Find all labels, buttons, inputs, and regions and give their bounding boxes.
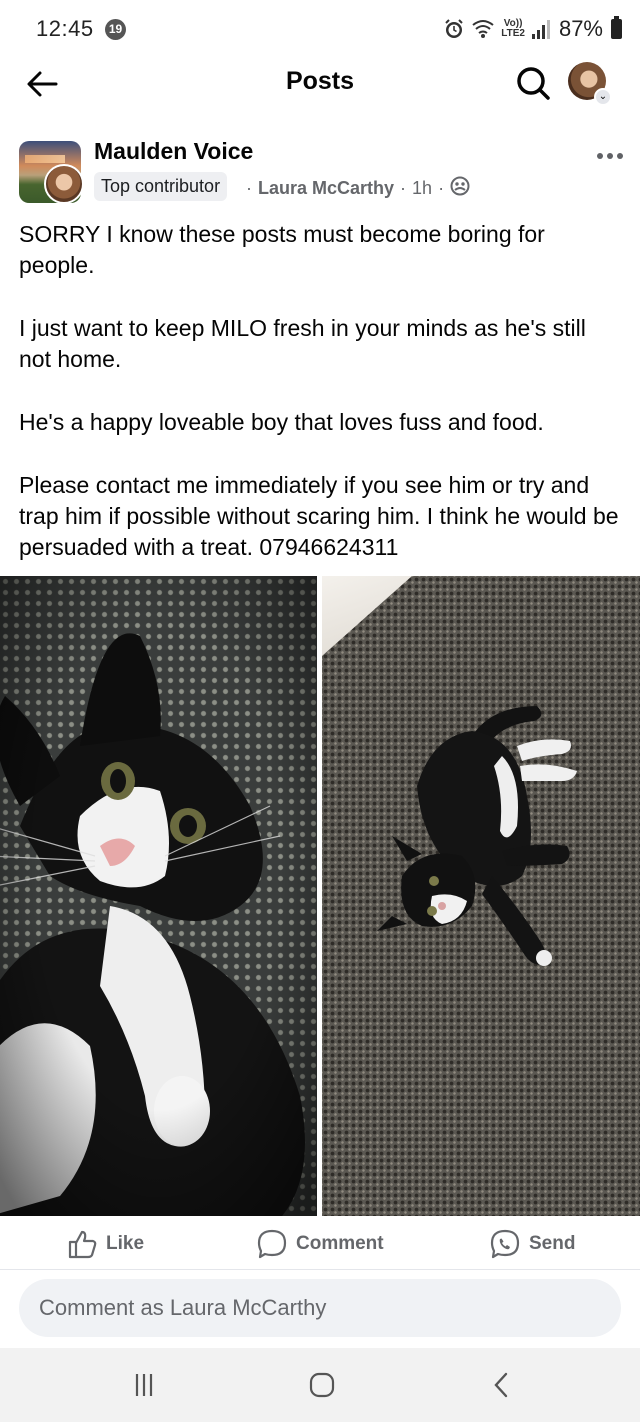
post-body: SORRY I know these posts must become bor… [19, 219, 619, 563]
post-paragraph: Please contact me immediately if you see… [19, 472, 619, 560]
top-contributor-badge[interactable]: Top contributor [94, 172, 228, 201]
cat-closeup-illustration [0, 576, 317, 1216]
chevron-left-icon [494, 1372, 508, 1398]
comment-button[interactable]: Comment [256, 1228, 384, 1260]
group-members-icon [450, 176, 470, 201]
comment-composer [19, 1279, 621, 1337]
wifi-icon [471, 18, 495, 40]
like-label: Like [106, 1233, 145, 1254]
post-meta: · Laura McCarthy · 1h · [246, 176, 470, 201]
comment-bubble-icon [257, 1229, 287, 1259]
post-action-bar: Like Comment Send [0, 1218, 640, 1270]
comment-label: Comment [296, 1233, 384, 1254]
more-options-button[interactable] [593, 146, 627, 166]
like-button[interactable]: Like [66, 1228, 144, 1260]
recent-apps-button[interactable] [124, 1370, 164, 1400]
thumbs-up-icon [68, 1230, 97, 1259]
post-time[interactable]: 1h [412, 178, 432, 199]
notification-count-badge: 19 [105, 19, 126, 40]
more-dot-icon [617, 153, 623, 159]
meta-separator: · [400, 178, 407, 198]
chevron-down-icon: ⌄ [594, 88, 612, 106]
messenger-icon [490, 1229, 520, 1259]
system-navigation-bar [0, 1348, 640, 1422]
status-icons: Vo)) LTE2 87% [443, 14, 622, 44]
more-dot-icon [607, 153, 613, 159]
recent-apps-icon [135, 1374, 153, 1396]
battery-icon [611, 16, 622, 39]
post-photos [0, 576, 640, 1216]
meta-separator: · [246, 178, 252, 198]
post-paragraph: I just want to keep MILO fresh in your m… [19, 315, 586, 372]
author-name-link[interactable]: Laura McCarthy [258, 178, 394, 199]
post-header: Maulden Voice Top contributor · Laura Mc… [0, 138, 640, 210]
comment-input[interactable] [19, 1279, 621, 1337]
alarm-icon [443, 18, 465, 40]
group-name-link[interactable]: Maulden Voice [94, 138, 253, 165]
post-paragraph: SORRY I know these posts must become bor… [19, 221, 545, 278]
system-back-button[interactable] [482, 1370, 522, 1400]
post-photo-cat-closeup[interactable] [0, 576, 317, 1216]
send-button[interactable]: Send [489, 1228, 575, 1260]
more-dot-icon [597, 153, 603, 159]
cat-lying-illustration [377, 706, 577, 966]
signal-strength-icon [531, 18, 553, 40]
author-avatar[interactable] [44, 164, 84, 204]
profile-avatar-button[interactable]: ⌄ [568, 62, 612, 106]
meta-separator: · [438, 178, 445, 198]
top-app-bar: Posts ⌄ [0, 58, 640, 108]
send-label: Send [529, 1233, 576, 1254]
post-paragraph: He's a happy loveable boy that loves fus… [19, 409, 544, 435]
search-button[interactable] [513, 63, 553, 103]
home-button[interactable] [302, 1370, 342, 1400]
post-photo-cat-on-carpet[interactable] [322, 576, 640, 1216]
search-icon [517, 67, 550, 100]
home-icon [309, 1372, 335, 1398]
volte-indicator: Vo)) LTE2 [501, 18, 525, 39]
status-bar: 12:45 19 Vo)) LTE2 87% [0, 0, 640, 58]
battery-percent: 87% [558, 16, 603, 41]
status-time: 12:45 [36, 16, 94, 41]
